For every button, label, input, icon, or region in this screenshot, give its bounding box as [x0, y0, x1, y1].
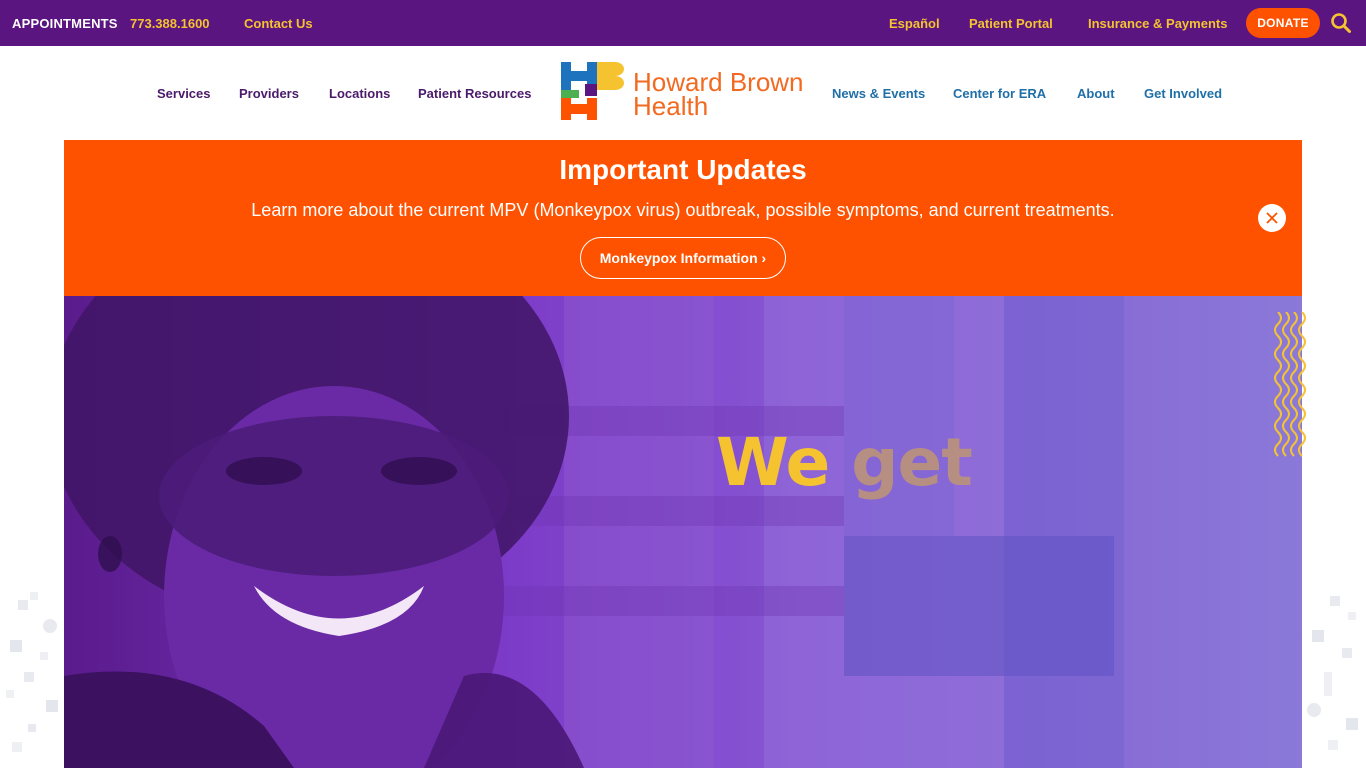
nav-locations[interactable]: Locations	[329, 46, 390, 140]
squiggle-decoration-icon	[1274, 312, 1306, 457]
hero-word-2: get	[851, 424, 973, 501]
logo-line-2: Health	[633, 91, 709, 121]
nav-providers[interactable]: Providers	[239, 46, 299, 140]
logo-text: Howard Brown Health	[633, 69, 804, 121]
alert-title: Important Updates	[559, 154, 807, 185]
utility-bar: APPOINTMENTS 773.388.1600 Contact Us Esp…	[0, 0, 1366, 46]
hero-headline: We get	[716, 424, 973, 501]
hero-word-1: We	[716, 424, 830, 501]
hero-background-image	[64, 296, 1124, 768]
close-icon[interactable]	[1258, 204, 1286, 232]
phone-link[interactable]: 773.388.1600	[130, 0, 210, 46]
donate-button[interactable]: DONATE	[1246, 8, 1320, 38]
howard-brown-logo[interactable]: Howard Brown Health	[561, 62, 811, 122]
monkeypox-information-button[interactable]: Monkeypox Information ›	[580, 237, 786, 279]
hero-section: We get	[64, 296, 1302, 768]
patient-portal-link[interactable]: Patient Portal	[969, 0, 1053, 46]
logo-mark-icon	[561, 62, 624, 120]
alert-message: Learn more about the current MPV (Monkey…	[251, 200, 1115, 220]
important-updates-banner: Important Updates Learn more about the c…	[64, 140, 1302, 296]
nav-get-involved[interactable]: Get Involved	[1144, 46, 1222, 140]
nav-center-for-era[interactable]: Center for ERA	[953, 46, 1046, 140]
nav-about[interactable]: About	[1077, 46, 1115, 140]
main-navigation: Services Providers Locations Patient Res…	[0, 46, 1366, 140]
espanol-link[interactable]: Español	[889, 0, 940, 46]
nav-news-events[interactable]: News & Events	[832, 46, 925, 140]
contact-us-link[interactable]: Contact Us	[244, 0, 313, 46]
pixel-pattern-left-icon	[6, 592, 58, 752]
nav-services[interactable]: Services	[157, 46, 211, 140]
insurance-payments-link[interactable]: Insurance & Payments	[1088, 0, 1227, 46]
appointments-label: APPOINTMENTS	[12, 15, 118, 31]
nav-patient-resources[interactable]: Patient Resources	[418, 46, 531, 140]
search-icon[interactable]	[1330, 12, 1352, 34]
pixel-pattern-right-icon	[1307, 596, 1358, 750]
